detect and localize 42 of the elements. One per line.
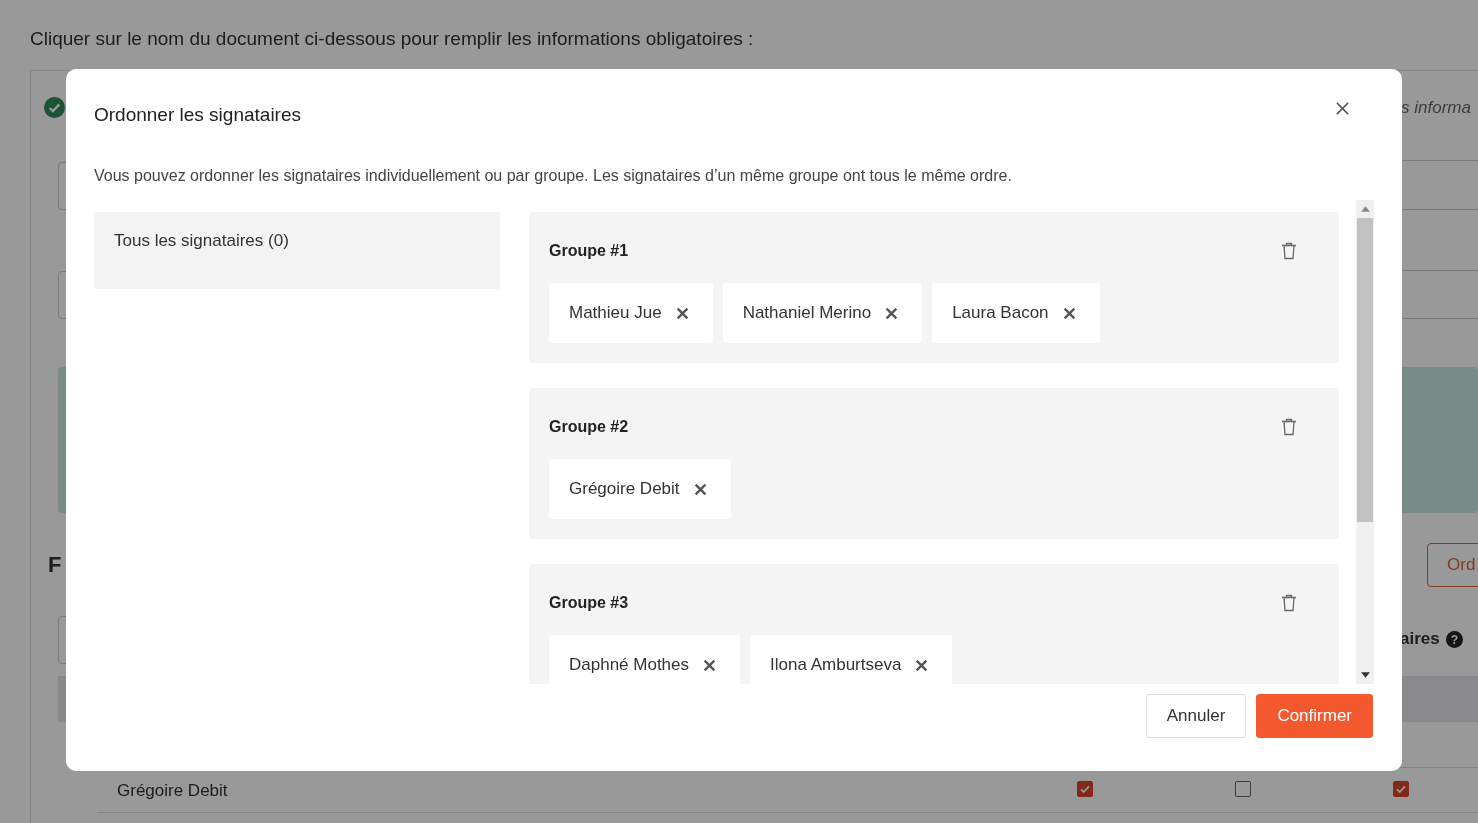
trash-icon[interactable]: [1281, 594, 1297, 612]
signer-chip[interactable]: Mathieu Jue: [549, 283, 713, 343]
group-title: Groupe #3: [549, 594, 629, 612]
checkbox[interactable]: [1235, 781, 1251, 797]
group-title: Groupe #2: [549, 418, 629, 436]
trash-icon[interactable]: [1281, 242, 1297, 260]
table-cell: Grégoire Debit: [117, 781, 228, 801]
scrollbar[interactable]: [1356, 200, 1374, 684]
signer-name: Mathieu Jue: [569, 303, 662, 323]
remove-icon[interactable]: [675, 306, 689, 320]
checkbox[interactable]: [1393, 781, 1409, 797]
remove-icon[interactable]: [703, 658, 717, 672]
document-hint: s informa: [1401, 98, 1471, 118]
signer-name: Grégoire Debit: [569, 479, 680, 499]
cancel-button[interactable]: Annuler: [1145, 694, 1247, 738]
instruction-text: Cliquer sur le nom du document ci-dessous pour remplir les informations obligatoires :: [30, 28, 754, 50]
group-title: Groupe #1: [549, 242, 629, 260]
signer-name: Ilona Amburtseva: [770, 655, 902, 675]
scroll-up-icon[interactable]: [1360, 206, 1370, 212]
all-signers-panel[interactable]: Tous les signataires (0): [94, 212, 500, 289]
remove-icon[interactable]: [1062, 306, 1076, 320]
signer-chip[interactable]: Daphné Mothes: [549, 635, 741, 684]
scroll-down-icon[interactable]: [1360, 672, 1370, 678]
description-text: Vous pouvez ordonner les signataires individuellement ou par groupe. Les signataires d’un même groupe ont tous le même ordre.: [94, 167, 1013, 185]
panel-title: Tous les signataires (0): [114, 231, 289, 250]
close-icon[interactable]: [1335, 101, 1350, 116]
remove-icon[interactable]: [885, 306, 899, 320]
signer-name: Laura Bacon: [952, 303, 1049, 323]
dialog-title: Ordonner les signataires: [94, 104, 301, 126]
trash-icon[interactable]: [1281, 418, 1297, 436]
signer-name: Daphné Mothes: [569, 655, 690, 675]
signer-chip[interactable]: Nathaniel Merino: [722, 283, 923, 343]
column-header: aires: [1400, 629, 1440, 649]
remove-icon[interactable]: [693, 482, 707, 496]
checkbox[interactable]: [1077, 781, 1093, 797]
signer-chip[interactable]: Grégoire Debit: [549, 459, 731, 519]
signer-chip[interactable]: Ilona Amburtseva: [750, 635, 953, 684]
help-icon[interactable]: ?: [1445, 630, 1463, 648]
signer-chip[interactable]: Laura Bacon: [932, 283, 1100, 343]
signer-name: Nathaniel Merino: [742, 303, 872, 323]
remove-icon[interactable]: [915, 658, 929, 672]
section-title: F: [48, 552, 62, 578]
